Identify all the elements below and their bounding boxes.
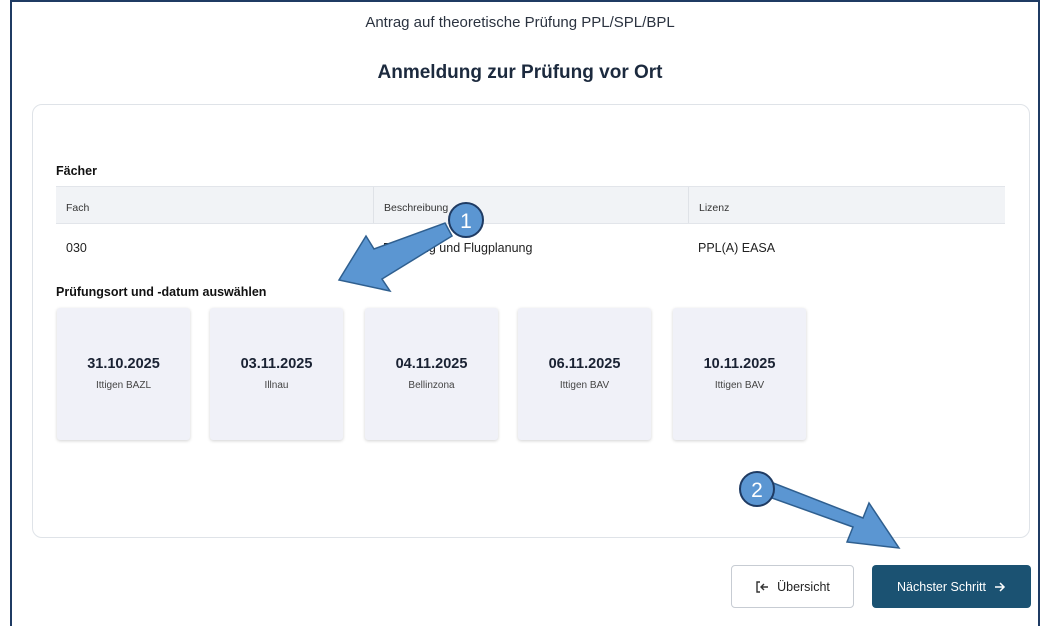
exam-option-4[interactable]: 06.11.2025 Ittigen BAV [518,308,651,440]
exam-option-1[interactable]: 31.10.2025 Ittigen BAZL [57,308,190,440]
exam-date: 04.11.2025 [395,356,468,372]
table-header: Fach Beschreibung Lizenz [56,186,1005,224]
exam-date: 10.11.2025 [703,356,776,372]
arrow-right-icon [994,581,1006,592]
exam-date: 31.10.2025 [87,356,160,372]
exam-place: Ittigen BAV [714,380,765,391]
exam-date: 06.11.2025 [548,356,621,372]
cell-fach: 030 [66,241,87,255]
exam-place: Bellinzona [408,380,455,391]
column-header-lizenz: Lizenz [688,187,1005,223]
exit-icon [756,580,769,593]
cell-lizenz: PPL(A) EASA [698,241,776,255]
next-step-button-label: Nächster Schritt [897,579,986,594]
column-header-fach: Fach [66,202,90,214]
overview-button[interactable]: Übersicht [731,565,854,608]
exam-place: Ittigen BAZL [95,380,152,391]
application-subtitle: Antrag auf theoretische Prüfung PPL/SPL/… [365,14,675,31]
cell-beschreibung: Beladung und Flugplanung [383,241,533,255]
exam-date: 03.11.2025 [240,356,313,372]
column-header-beschreibung: Beschreibung [373,187,688,223]
subjects-section-label: Fächer [56,164,97,178]
page-title: Anmeldung zur Prüfung vor Ort [377,62,663,83]
exam-option-2[interactable]: 03.11.2025 Illnau [210,308,343,440]
overview-button-label: Übersicht [777,579,830,594]
exam-section-label: Prüfungsort und -datum auswählen [56,285,267,299]
exam-option-5[interactable]: 10.11.2025 Ittigen BAV [673,308,806,440]
table-row: 030 Beladung und Flugplanung PPL(A) EASA [56,224,1005,268]
exam-place: Illnau [264,380,289,391]
exam-option-3[interactable]: 04.11.2025 Bellinzona [365,308,498,440]
next-step-button[interactable]: Nächster Schritt [872,565,1031,608]
subjects-table: Fach Beschreibung Lizenz 030 Beladung un… [56,186,1005,268]
exam-place: Ittigen BAV [559,380,610,391]
